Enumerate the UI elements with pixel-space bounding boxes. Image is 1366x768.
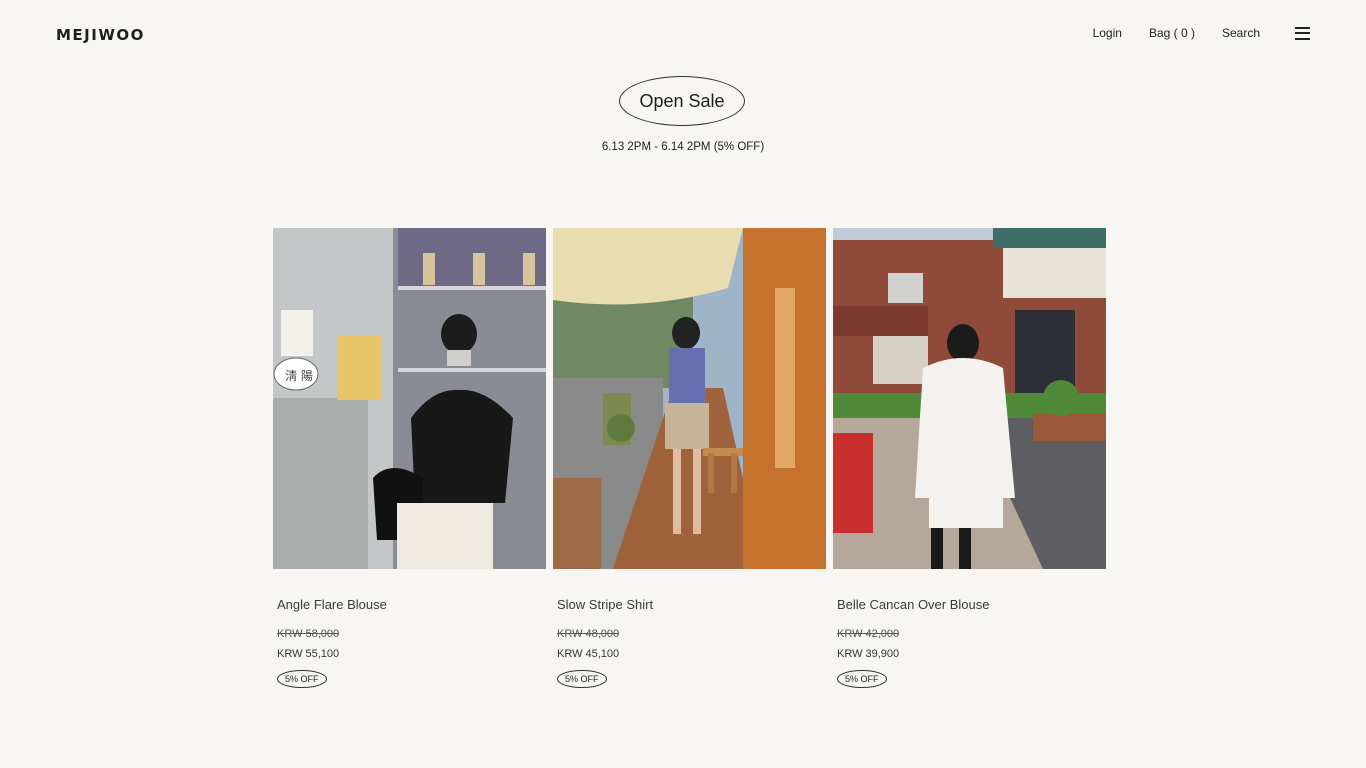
discount-badge: 5% OFF	[557, 670, 607, 688]
product-name[interactable]: Slow Stripe Shirt	[557, 597, 826, 612]
product-card[interactable]: 淸 陽 Angle Flare Blouse KRW 58,000 KRW 55…	[273, 228, 546, 688]
product-name[interactable]: Belle Cancan Over Blouse	[837, 597, 1106, 612]
search-link[interactable]: Search	[1222, 26, 1260, 40]
sale-title: Open Sale	[619, 76, 745, 126]
brand-logo[interactable]: MEJIWOO	[56, 26, 145, 44]
sale-period: 6.13 2PM - 6.14 2PM (5% OFF)	[601, 141, 765, 153]
bag-link[interactable]: Bag ( 0 )	[1149, 26, 1195, 40]
sale-price: KRW 45,100	[557, 648, 620, 660]
sale-price: KRW 39,900	[837, 648, 900, 660]
hamburger-menu-icon[interactable]	[1295, 26, 1310, 40]
sale-price: KRW 55,100	[277, 648, 340, 660]
product-image[interactable]: 淸 陽	[273, 228, 546, 569]
original-price: KRW 58,000	[277, 628, 340, 640]
image-sign-text: 淸 陽	[285, 368, 313, 383]
original-price: KRW 48,000	[557, 628, 620, 640]
top-nav: Login Bag ( 0 ) Search	[1093, 26, 1310, 40]
original-price: KRW 42,000	[837, 628, 900, 640]
product-image[interactable]	[553, 228, 826, 569]
discount-badge: 5% OFF	[837, 670, 887, 688]
product-card[interactable]: Belle Cancan Over Blouse KRW 42,000 KRW …	[833, 228, 1106, 688]
product-image[interactable]	[833, 228, 1106, 569]
discount-badge: 5% OFF	[277, 670, 327, 688]
product-card[interactable]: Slow Stripe Shirt KRW 48,000 KRW 45,100 …	[553, 228, 826, 688]
product-name[interactable]: Angle Flare Blouse	[277, 597, 546, 612]
login-link[interactable]: Login	[1093, 26, 1122, 40]
product-grid: 淸 陽 Angle Flare Blouse KRW 58,000 KRW 55…	[273, 228, 1106, 688]
